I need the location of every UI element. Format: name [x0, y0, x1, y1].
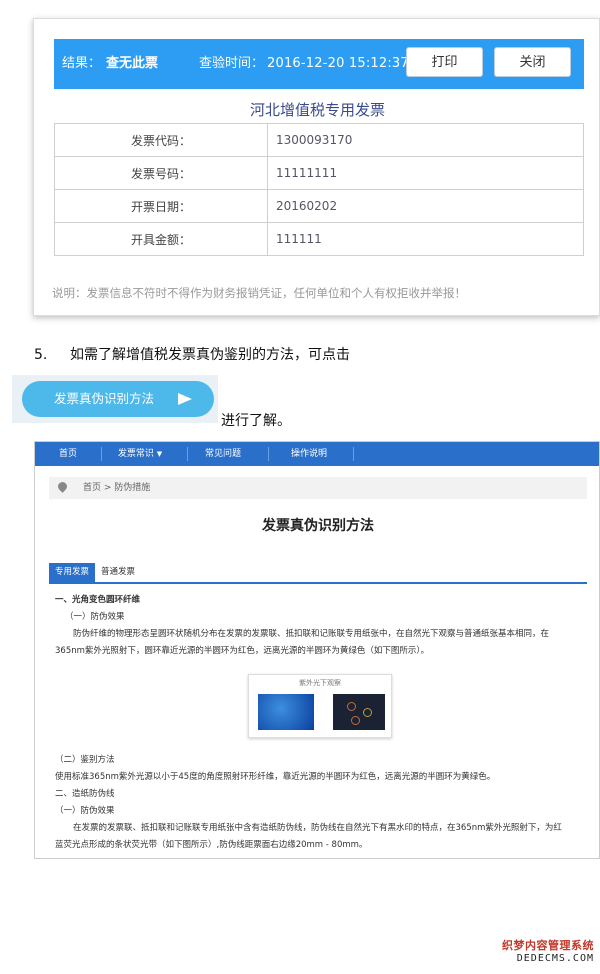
section-1: 一、光角变色圆环纤维 （一）防伪效果 防伪纤维的物理形态呈圆环状随机分布在发票的… [55, 592, 585, 660]
table-row: 发票代码： 1300093170 [54, 123, 584, 157]
tab-ordinary-invoice[interactable]: 普通发票 [95, 563, 141, 582]
nav-faq[interactable]: 常见问题 [203, 442, 243, 466]
invoice-amount-value: 111111 [267, 222, 584, 256]
top-nav: 首页 发票常识 ▼ 常见问题 操作说明 [35, 442, 599, 466]
invoice-title: 河北增值税专用发票 [249, 101, 385, 119]
page-title: 发票真伪识别方法 [262, 518, 374, 534]
fiber-ring-icon [351, 716, 360, 725]
sub-heading: （二）鉴别方法 [55, 755, 115, 765]
identify-method-button-area: 发票真伪识别方法 [12, 375, 218, 423]
invoice-number-value: 11111111 [267, 156, 584, 190]
nav-divider [268, 447, 269, 461]
site-watermark: 织梦内容管理系统 DEDECMS.COM [490, 937, 594, 964]
invoice-code-value: 1300093170 [267, 123, 584, 157]
paragraph: 使用标准365nm紫外光源以小于45度的角度照射环形纤维，靠近光源的半圆环为红色… [55, 772, 496, 782]
nav-home[interactable]: 首页 [55, 442, 81, 466]
section-heading: 二、造纸防伪线 [55, 789, 115, 799]
invoice-number-label: 发票号码： [54, 156, 268, 190]
check-time-value: 2016-12-20 15:12:37 [267, 56, 409, 71]
print-button[interactable]: 打印 [406, 47, 483, 77]
disclaimer-note: 说明：发票信息不符时不得作为财务报销凭证，任何单位和个人有权拒收并举报！ [52, 286, 466, 300]
tab-special-invoice[interactable]: 专用发票 [49, 563, 96, 582]
table-row: 开具金额： 111111 [54, 222, 584, 256]
figure-caption: 紫外光下观察 [299, 679, 341, 687]
invoice-code-label: 发票代码： [54, 123, 268, 157]
nav-instructions[interactable]: 操作说明 [289, 442, 329, 466]
paragraph: 365nm紫外光照射下，圆环靠近光源的半圆环为红色，远离光源的半圆环为黄绿色（如… [55, 646, 430, 656]
close-button[interactable]: 关闭 [494, 47, 571, 77]
nav-divider [101, 447, 102, 461]
location-pin-icon [56, 480, 69, 493]
result-label: 结果： [62, 56, 102, 71]
step-instruction: 5. 如需了解增值税发票真伪鉴别的方法，可点击 [34, 344, 350, 364]
uv-fiber-image [258, 694, 314, 730]
invoice-info-table: 发票代码： 1300093170 发票号码： 11111111 开票日期： 20… [54, 123, 584, 256]
breadcrumb: 首页 > 防伪措施 [49, 477, 587, 499]
check-time-label: 查验时间： [199, 56, 265, 71]
verification-result-panel: 结果： 查无此票 查验时间： 2016-12-20 15:12:37 打印 关闭… [33, 18, 600, 316]
nav-invoice-knowledge-label: 发票常识 [117, 449, 154, 459]
table-row: 开票日期： 20160202 [54, 189, 584, 223]
paragraph: 防伪纤维的物理形态呈圆环状随机分布在发票的发票联、抵扣联和记账联专用纸张中，在自… [73, 629, 550, 639]
result-header-bar: 结果： 查无此票 查验时间： 2016-12-20 15:12:37 打印 关闭 [54, 39, 584, 89]
watermark-line1: 织梦内容管理系统 [502, 939, 594, 952]
table-row: 发票号码： 11111111 [54, 156, 584, 190]
uv-fiber-figure: 紫外光下观察 [248, 674, 392, 738]
paragraph: 在发票的发票联、抵扣联和记账联专用纸张中含有造纸防伪线，防伪线在自然光下有黑水印… [73, 823, 562, 833]
sub-heading: （一）防伪效果 [65, 612, 125, 622]
anti-counterfeit-page: 首页 发票常识 ▼ 常见问题 操作说明 首页 > 防伪措施 发票真伪识别方法 专… [34, 441, 600, 859]
breadcrumb-text[interactable]: 首页 > 防伪措施 [83, 477, 150, 499]
invoice-type-tabs: 专用发票 普通发票 [49, 563, 587, 584]
invoice-date-value: 20160202 [267, 189, 584, 223]
nav-divider [353, 447, 354, 461]
step-number: 5. [34, 347, 48, 363]
watermark-line2: DEDECMS.COM [516, 953, 594, 964]
nav-divider [187, 447, 188, 461]
invoice-amount-label: 开具金额： [54, 222, 268, 256]
section-heading: 一、光角变色圆环纤维 [55, 595, 141, 605]
identify-method-button-label: 发票真伪识别方法 [54, 391, 155, 406]
nav-invoice-knowledge[interactable]: 发票常识 ▼ [113, 442, 167, 466]
step-suffix-text: 进行了解。 [221, 413, 291, 429]
fiber-ring-icon [363, 708, 372, 717]
sub-heading: （一）防伪效果 [55, 806, 115, 816]
fiber-ring-icon [347, 702, 356, 711]
uv-ring-image [333, 694, 385, 730]
invoice-date-label: 开票日期： [54, 189, 268, 223]
step-text: 如需了解增值税发票真伪鉴别的方法，可点击 [70, 347, 350, 363]
chevron-down-icon: ▼ [156, 450, 163, 458]
result-value: 查无此票 [106, 56, 159, 71]
paragraph: 蓝荧光点形成的条状荧光带（如下图所示）,防伪线距票面右边缘20mm - 80mm… [55, 840, 368, 850]
section-1-continued: （二）鉴别方法 使用标准365nm紫外光源以小于45度的角度照射环形纤维，靠近光… [55, 752, 585, 854]
play-arrow-icon [178, 393, 192, 405]
identify-method-button[interactable]: 发票真伪识别方法 [22, 381, 214, 417]
